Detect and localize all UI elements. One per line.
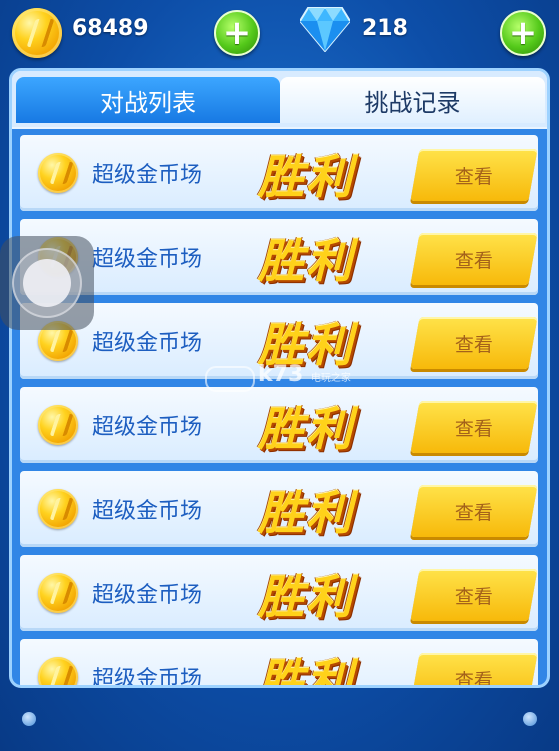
list-item: 超级金币场 胜利 查看 (20, 639, 538, 688)
result-label: 胜利 (258, 570, 354, 624)
view-button-label: 查看 (454, 501, 493, 524)
result-label: 胜利 (258, 150, 354, 204)
tab-battle-list[interactable]: 对战列表 (16, 77, 280, 123)
room-name: 超级金币场 (92, 247, 203, 272)
room-name: 超级金币场 (92, 163, 203, 188)
room-name: 超级金币场 (92, 667, 203, 688)
resource-bar: 68489 + 218 + (0, 0, 559, 64)
list-item: 超级金币场 胜利 查看 (20, 555, 538, 631)
view-button[interactable]: 查看 (410, 485, 538, 537)
coin-balance: 68489 (72, 16, 149, 41)
view-button-label: 查看 (454, 165, 493, 188)
room-name: 超级金币场 (92, 583, 203, 608)
view-button[interactable]: 查看 (410, 569, 538, 621)
gold-coin-icon (38, 405, 78, 445)
list-item: 超级金币场 胜利 查看 (20, 387, 538, 463)
view-button-label: 查看 (454, 585, 493, 608)
result-label: 胜利 (258, 654, 354, 688)
view-button[interactable]: 查看 (410, 149, 538, 201)
view-button[interactable]: 查看 (410, 653, 538, 688)
watermark: k73 电玩之家 (210, 362, 351, 387)
view-button[interactable]: 查看 (410, 317, 538, 369)
view-button-label: 查看 (454, 417, 493, 440)
result-label: 胜利 (258, 402, 354, 456)
view-button-label: 查看 (454, 669, 493, 688)
gold-coin-icon (38, 153, 78, 193)
room-name: 超级金币场 (92, 331, 203, 356)
gold-coin-icon (12, 8, 62, 58)
gold-coin-icon (38, 489, 78, 529)
tab-challenge-records[interactable]: 挑战记录 (280, 77, 545, 123)
room-name: 超级金币场 (92, 499, 203, 524)
gold-coin-icon (38, 657, 78, 685)
room-name: 超级金币场 (92, 415, 203, 440)
list-item: 超级金币场 胜利 查看 (20, 135, 538, 211)
list-item: 超级金币场 胜利 查看 (20, 219, 538, 295)
result-label: 胜利 (258, 486, 354, 540)
watermark-text: k73 (258, 362, 304, 387)
blue-diamond-icon (300, 7, 350, 52)
view-button-label: 查看 (454, 249, 493, 272)
gem-balance: 218 (362, 16, 408, 41)
bolt-icon (22, 712, 36, 726)
add-gems-button[interactable]: + (500, 10, 546, 56)
assistive-touch-button[interactable] (0, 236, 94, 330)
gold-coin-icon (38, 573, 78, 613)
view-button[interactable]: 查看 (410, 233, 538, 285)
assistive-touch-dot (23, 259, 71, 307)
list-item: 超级金币场 胜利 查看 (20, 471, 538, 547)
tab-bar: 对战列表 挑战记录 (12, 71, 547, 127)
bolt-icon (523, 712, 537, 726)
view-button[interactable]: 查看 (410, 401, 538, 453)
result-label: 胜利 (258, 234, 354, 288)
watermark-subtext: 电玩之家 (310, 373, 351, 384)
add-coins-button[interactable]: + (214, 10, 260, 56)
view-button-label: 查看 (454, 333, 493, 356)
record-list: 超级金币场 胜利 查看 超级金币场 胜利 查看 超级金币场 胜利 查看 超级金币… (12, 129, 547, 688)
